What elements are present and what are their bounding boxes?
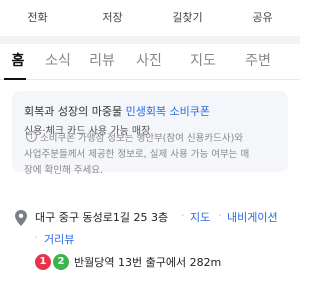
tab-map[interactable]: 지도 <box>174 44 232 80</box>
share-button-label: 공유 <box>252 11 273 24</box>
promo-headline: 회복과 성장의 마중물 민생회복 소비쿠폰 <box>24 103 210 119</box>
call-button[interactable]: 전화 <box>0 0 75 36</box>
tab-nearby-label: 주변 <box>245 53 271 69</box>
section-divider <box>0 36 300 44</box>
street-view-link[interactable]: 거리뷰 <box>44 231 74 247</box>
navigation-link[interactable]: 내비게이션 <box>227 209 278 225</box>
notice-line-2: 사업주분들께서 제공한 정보로, 실제 사용 가능 여부는 매 <box>24 149 250 160</box>
tab-news[interactable]: 소식 <box>36 44 80 80</box>
map-link[interactable]: 지도 <box>190 209 210 225</box>
subway-line-2-badge: 2 <box>53 254 69 270</box>
save-button[interactable]: 저장 <box>75 0 150 36</box>
tab-home-label: 홈 <box>11 53 25 69</box>
tab-home[interactable]: 홈 <box>0 44 36 80</box>
notice-line-3: 장에 확인해 주세요. <box>24 165 103 176</box>
tab-photos-label: 사진 <box>136 53 162 69</box>
map-pin-icon <box>14 209 28 227</box>
tab-reviews[interactable]: 리뷰 <box>80 44 124 80</box>
transit-text: 반월당역 13번 출구에서 282m <box>74 256 222 269</box>
address-text: 대구 중구 동성로1길 25 3층 <box>35 211 169 224</box>
tab-map-label: 지도 <box>190 53 216 69</box>
tab-nearby[interactable]: 주변 <box>232 44 284 80</box>
transit-row: 1 2 반월당역 13번 출구에서 282m <box>0 254 300 274</box>
action-bar: 전화 저장 길찾기 공유 <box>0 0 300 36</box>
tab-news-label: 소식 <box>45 53 71 69</box>
info-icon: i <box>26 131 37 142</box>
share-button[interactable]: 공유 <box>225 0 300 36</box>
promo-headline-highlight: 민생회복 소비쿠폰 <box>125 105 211 118</box>
tab-photos[interactable]: 사진 <box>124 44 174 80</box>
address-row: 대구 중구 동성로1길 25 3층 · 지도 · 내비게이션 · 거리뷰 <box>0 205 300 255</box>
call-button-label: 전화 <box>27 11 48 24</box>
address-separator: · <box>218 209 222 222</box>
notice-line-1: 소비쿠폰 가맹점 정보는 행안부(참여 신용카드사)와 <box>40 133 244 144</box>
address-separator: · <box>181 209 185 222</box>
street-view-separator: · <box>34 231 38 244</box>
subway-line-1-badge: 1 <box>35 254 51 270</box>
promo-headline-prefix: 회복과 성장의 마중물 <box>24 105 123 118</box>
tab-bar: 홈 소식 리뷰 사진 지도 주변 <box>0 44 300 80</box>
tab-reviews-label: 리뷰 <box>89 53 115 69</box>
save-button-label: 저장 <box>102 11 123 24</box>
directions-button-label: 길찾기 <box>172 11 203 24</box>
directions-button[interactable]: 길찾기 <box>150 0 225 36</box>
